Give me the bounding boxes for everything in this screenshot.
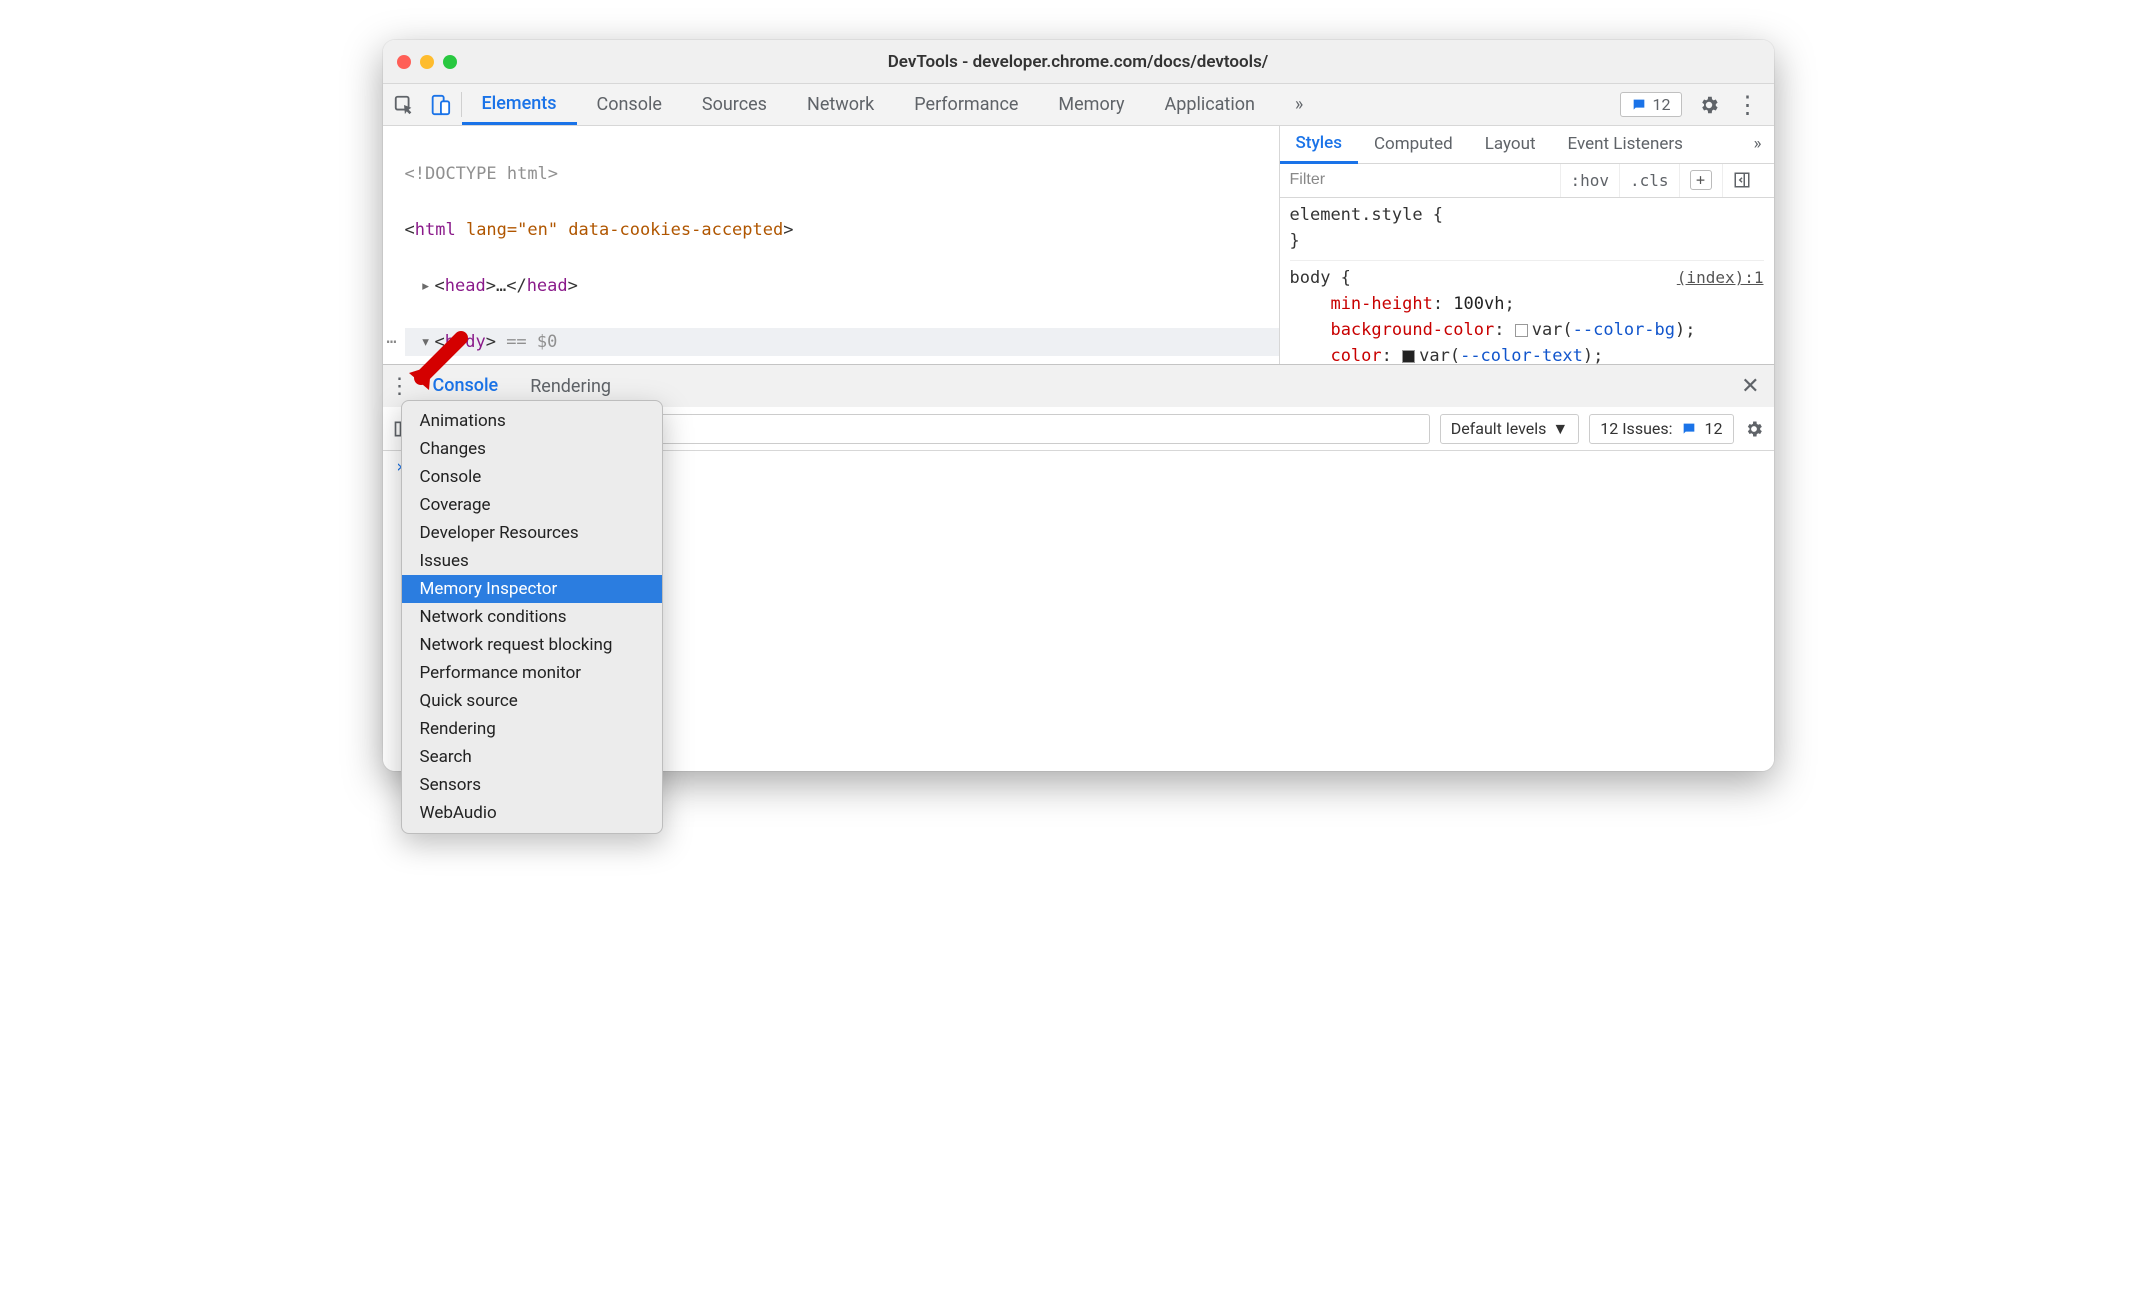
menu-item-quick-source[interactable]: Quick source (402, 687, 662, 715)
drawer-close-button[interactable]: ✕ (1727, 374, 1773, 399)
menu-item-animations[interactable]: Animations (402, 407, 662, 435)
cls-toggle[interactable]: .cls (1619, 164, 1679, 197)
tab-memory[interactable]: Memory (1038, 84, 1144, 125)
main-tabs: Elements Console Sources Network Perform… (462, 84, 1324, 125)
tab-console[interactable]: Console (577, 84, 682, 125)
styles-tabs-overflow-icon[interactable]: » (1742, 126, 1774, 163)
settings-icon[interactable] (1698, 94, 1720, 116)
hov-toggle[interactable]: :hov (1560, 164, 1620, 197)
dom-head[interactable]: <head>…</head> (405, 272, 1279, 300)
menu-item-console[interactable]: Console (402, 463, 662, 491)
dom-tree[interactable]: <!DOCTYPE html> <html lang="en" data-coo… (383, 126, 1279, 364)
tab-performance[interactable]: Performance (894, 84, 1038, 125)
menu-item-webaudio[interactable]: WebAudio (402, 799, 662, 827)
issues-badge[interactable]: 12 (1620, 92, 1682, 117)
menu-item-memory-inspector[interactable]: Memory Inspector (402, 575, 662, 603)
menu-item-developer-resources[interactable]: Developer Resources (402, 519, 662, 547)
device-toggle-icon[interactable] (429, 94, 451, 116)
styles-sidebar: Styles Computed Layout Event Listeners »… (1279, 126, 1774, 364)
menu-item-performance-monitor[interactable]: Performance monitor (402, 659, 662, 687)
menu-item-network-request-blocking[interactable]: Network request blocking (402, 631, 662, 659)
menu-item-search[interactable]: Search (402, 743, 662, 771)
log-level-selector[interactable]: Default levels▼ (1440, 414, 1580, 444)
tab-network[interactable]: Network (787, 84, 894, 125)
tab-elements[interactable]: Elements (462, 84, 577, 125)
titlebar: DevTools - developer.chrome.com/docs/dev… (383, 40, 1774, 84)
computed-sidebar-toggle-icon[interactable] (1722, 164, 1761, 197)
elements-panel: <!DOCTYPE html> <html lang="en" data-coo… (383, 126, 1774, 364)
rule-source-link[interactable]: (index):1 (1677, 265, 1764, 291)
tab-sources[interactable]: Sources (682, 84, 787, 125)
main-toolbar: Elements Console Sources Network Perform… (383, 84, 1774, 126)
styles-filter-input[interactable] (1280, 164, 1560, 197)
tab-application[interactable]: Application (1145, 84, 1275, 125)
menu-item-changes[interactable]: Changes (402, 435, 662, 463)
menu-item-network-conditions[interactable]: Network conditions (402, 603, 662, 631)
kebab-menu-icon[interactable]: ⋮ (1736, 91, 1760, 119)
console-settings-icon[interactable] (1744, 419, 1764, 439)
issues-button[interactable]: 12 Issues: 12 (1589, 414, 1733, 444)
new-style-rule-button[interactable]: + (1679, 164, 1722, 197)
more-tools-menu: Animations Changes Console Coverage Deve… (401, 400, 663, 834)
styles-tab-event-listeners[interactable]: Event Listeners (1552, 126, 1699, 163)
menu-item-sensors[interactable]: Sensors (402, 771, 662, 799)
styles-tab-layout[interactable]: Layout (1469, 126, 1552, 163)
inspect-element-icon[interactable] (393, 94, 415, 116)
window-title: DevTools - developer.chrome.com/docs/dev… (383, 52, 1774, 72)
tabs-overflow-icon[interactable]: » (1275, 84, 1323, 125)
dom-html[interactable]: <html lang="en" data-cookies-accepted> (405, 216, 1279, 244)
menu-item-rendering[interactable]: Rendering (402, 715, 662, 743)
devtools-window: DevTools - developer.chrome.com/docs/dev… (383, 40, 1774, 771)
dom-body-selected[interactable]: ⋯<body> == $0 (405, 328, 1279, 356)
styles-tab-computed[interactable]: Computed (1358, 126, 1469, 163)
menu-item-coverage[interactable]: Coverage (402, 491, 662, 519)
menu-item-issues[interactable]: Issues (402, 547, 662, 575)
chat-icon (1631, 97, 1647, 113)
style-rules[interactable]: element.style { } (index):1 body { min-h… (1280, 198, 1774, 364)
styles-tab-styles[interactable]: Styles (1280, 126, 1358, 164)
dom-doctype: <!DOCTYPE html> (405, 160, 1279, 188)
drawer-more-tools-button[interactable]: ⋮ (383, 374, 417, 399)
